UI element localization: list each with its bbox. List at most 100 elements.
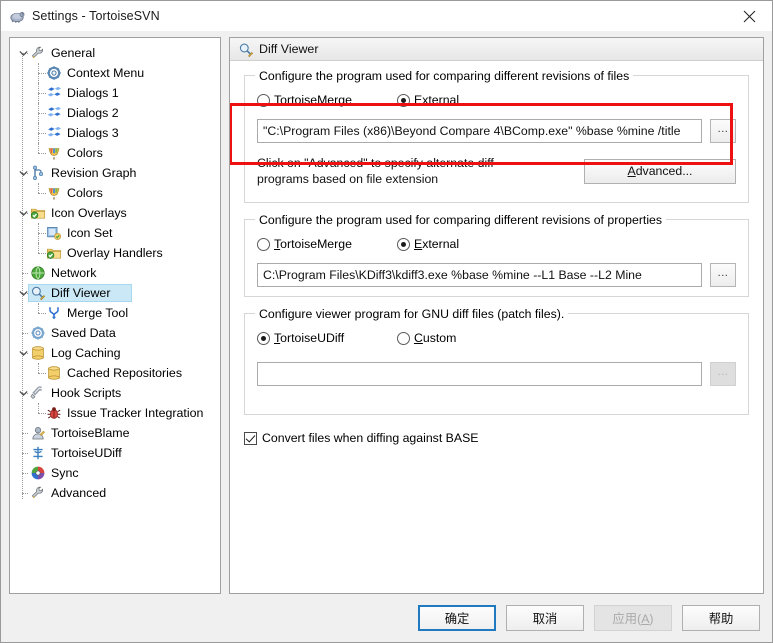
- props-group-legend: Configure the program used for comparing…: [255, 213, 667, 227]
- wrench-icon: [30, 485, 47, 501]
- radio-indicator: [397, 331, 410, 345]
- sidebar-item-merge-tool[interactable]: Merge Tool: [10, 303, 220, 323]
- sidebar-item-label: General: [51, 46, 96, 60]
- radio-indicator: [397, 237, 410, 251]
- chevron-down-icon[interactable]: [16, 209, 30, 218]
- props-path-input[interactable]: C:\Program Files\KDiff3\kdiff3.exe %base…: [257, 263, 702, 287]
- files-radio-tortoisemerge[interactable]: TortoiseMerge: [257, 93, 389, 107]
- files-radio-external[interactable]: External: [397, 93, 459, 107]
- patch-radio-udiff[interactable]: TortoiseUDiff: [257, 331, 389, 345]
- chevron-down-icon[interactable]: [16, 389, 30, 398]
- sidebar-item-label: TortoiseBlame: [51, 426, 130, 440]
- chevron-down-icon[interactable]: [16, 49, 30, 58]
- files-browse-button[interactable]: ...: [710, 119, 736, 143]
- close-icon[interactable]: [726, 1, 772, 31]
- sidebar-item-hook-scripts[interactable]: Hook Scripts: [10, 383, 220, 403]
- dialog-footer: 确定 取消 应用(A) 帮助: [1, 594, 772, 642]
- sidebar-item-dialogs-3[interactable]: Dialogs 3: [10, 123, 220, 143]
- sidebar-item-label: Merge Tool: [67, 306, 129, 320]
- patch-radio-custom-label: Custom: [414, 331, 457, 345]
- sidebar-item-network[interactable]: Network: [10, 263, 220, 283]
- sidebar-item-revision-graph[interactable]: Revision Graph: [10, 163, 220, 183]
- radio-indicator: [397, 93, 410, 107]
- page-content: Configure the program used for comparing…: [230, 61, 763, 593]
- sidebar-item-label: Diff Viewer: [51, 286, 111, 300]
- blame-icon: [30, 425, 47, 441]
- patch-group-legend: Configure viewer program for GNU diff fi…: [255, 307, 569, 321]
- sidebar-item-dialogs-2[interactable]: Dialogs 2: [10, 103, 220, 123]
- props-radio-external-label: External: [414, 237, 460, 251]
- iconset-icon: [46, 225, 63, 241]
- files-path-row: "C:\Program Files (x86)\Beyond Compare 4…: [257, 119, 736, 143]
- wrench-icon: [30, 45, 47, 61]
- settings-page: Diff Viewer Configure the program used f…: [229, 37, 764, 594]
- ok-button[interactable]: 确定: [418, 605, 496, 631]
- sidebar-item-icon-overlays[interactable]: Icon Overlays: [10, 203, 220, 223]
- sidebar-item-advanced[interactable]: Advanced: [10, 483, 220, 503]
- sidebar-item-colors[interactable]: Colors: [10, 183, 220, 203]
- sidebar-item-tortoiseblame[interactable]: TortoiseBlame: [10, 423, 220, 443]
- cancel-button[interactable]: 取消: [506, 605, 584, 631]
- magnifier-icon: [30, 285, 47, 301]
- sidebar-item-label: Overlay Handlers: [67, 246, 163, 260]
- sidebar-item-cached-repositories[interactable]: Cached Repositories: [10, 363, 220, 383]
- sidebar-item-context-menu[interactable]: Context Menu: [10, 63, 220, 83]
- gear-blue-icon: [30, 325, 47, 341]
- sidebar-item-label: Sync: [51, 466, 79, 480]
- bug-icon: [46, 405, 63, 421]
- convert-files-checkbox-label: Convert files when diffing against BASE: [262, 431, 479, 445]
- sidebar-item-sync[interactable]: Sync: [10, 463, 220, 483]
- chevron-down-icon[interactable]: [16, 169, 30, 178]
- dialogs-icon: [46, 125, 63, 141]
- files-path-input[interactable]: "C:\Program Files (x86)\Beyond Compare 4…: [257, 119, 702, 143]
- sidebar-item-saved-data[interactable]: Saved Data: [10, 323, 220, 343]
- chevron-down-icon[interactable]: [16, 349, 30, 358]
- help-button[interactable]: 帮助: [682, 605, 760, 631]
- files-radio-tortoisemerge-label: TortoiseMerge: [274, 93, 352, 107]
- files-diff-group: Configure the program used for comparing…: [244, 69, 749, 203]
- sync-icon: [30, 465, 47, 481]
- sidebar-item-colors[interactable]: Colors: [10, 143, 220, 163]
- props-radio-row: TortoiseMerge External: [257, 234, 736, 254]
- sidebar-item-label: Hook Scripts: [51, 386, 122, 400]
- sidebar-item-diff-viewer[interactable]: Diff Viewer: [10, 283, 220, 303]
- sidebar-item-issue-tracker-integration[interactable]: Issue Tracker Integration: [10, 403, 220, 423]
- sidebar-item-label: Colors: [67, 146, 103, 160]
- patch-path-row: ...: [257, 362, 736, 386]
- advanced-button[interactable]: Advanced...: [584, 158, 736, 184]
- dialogs-icon: [46, 105, 63, 121]
- sidebar-item-overlay-handlers[interactable]: Overlay Handlers: [10, 243, 220, 263]
- sidebar-item-icon-set[interactable]: Icon Set: [10, 223, 220, 243]
- props-radio-tortoisemerge-label: TortoiseMerge: [274, 237, 352, 251]
- props-diff-group: Configure the program used for comparing…: [244, 213, 749, 297]
- sidebar-item-label: Advanced: [51, 486, 107, 500]
- sidebar-item-log-caching[interactable]: Log Caching: [10, 343, 220, 363]
- props-radio-tortoisemerge[interactable]: TortoiseMerge: [257, 237, 389, 251]
- udiff-icon: [30, 445, 47, 461]
- sidebar-item-tortoiseudiff[interactable]: TortoiseUDiff: [10, 443, 220, 463]
- settings-tree[interactable]: General Context Menu Dialogs 1 Dialogs 2 Dia…: [9, 37, 221, 594]
- globe-icon: [30, 265, 47, 281]
- radio-indicator: [257, 237, 270, 251]
- page-header: Diff Viewer: [230, 38, 763, 61]
- folder-green-icon: [30, 205, 47, 221]
- sidebar-item-dialogs-1[interactable]: Dialogs 1: [10, 83, 220, 103]
- files-radio-row: TortoiseMerge External: [257, 90, 736, 110]
- patch-radio-custom[interactable]: Custom: [397, 331, 456, 345]
- sidebar-item-label: Colors: [67, 186, 103, 200]
- palette-icon: [46, 185, 63, 201]
- magnifier-icon: [238, 42, 254, 57]
- props-browse-button[interactable]: ...: [710, 263, 736, 287]
- props-radio-external[interactable]: External: [397, 237, 459, 251]
- checkbox-indicator: [244, 431, 257, 445]
- merge-icon: [46, 305, 63, 321]
- patch-path-input[interactable]: [257, 362, 702, 386]
- apply-button: 应用(A): [594, 605, 672, 631]
- sidebar-item-label: Saved Data: [51, 326, 116, 340]
- hook-icon: [30, 385, 47, 401]
- page-title: Diff Viewer: [259, 42, 319, 56]
- sidebar-item-label: TortoiseUDiff: [51, 446, 122, 460]
- sidebar-item-general[interactable]: General: [10, 43, 220, 63]
- convert-files-checkbox[interactable]: Convert files when diffing against BASE: [244, 431, 749, 445]
- files-radio-external-label: External: [414, 93, 460, 107]
